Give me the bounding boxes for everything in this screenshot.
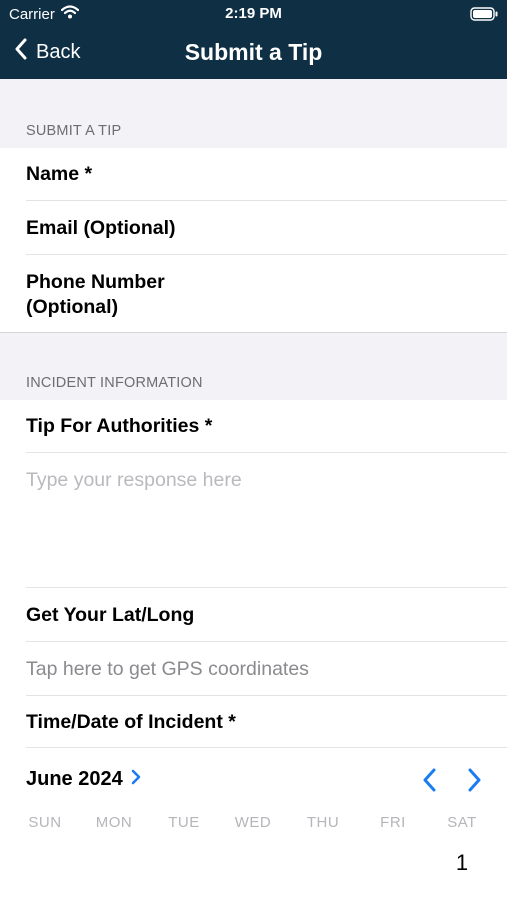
weekday-label: SUN <box>28 814 62 831</box>
name-label: Name * <box>26 163 93 185</box>
calendar-day[interactable]: 1 <box>442 850 482 876</box>
tip-label-row: Tip For Authorities * <box>0 400 507 453</box>
datetime-label-row: Time/Date of Incident * <box>0 696 507 748</box>
email-label: Email (Optional) <box>26 217 176 239</box>
status-time: 2:19 PM <box>225 5 282 22</box>
month-selector[interactable]: June 2024 <box>26 768 141 791</box>
month-navigation <box>421 768 483 797</box>
previous-month-button[interactable] <box>421 768 437 797</box>
weekday-label: MON <box>95 814 133 831</box>
tip-label: Tip For Authorities * <box>26 415 213 437</box>
section-header-incident: INCIDENT INFORMATION <box>0 332 507 400</box>
month-label: June 2024 <box>26 768 123 790</box>
phone-label: Phone Number (Optional) <box>26 270 165 320</box>
weekday-label: SAT <box>447 814 477 831</box>
gps-coordinates-button[interactable]: Tap here to get GPS coordinates <box>0 642 507 696</box>
phone-field[interactable]: Phone Number (Optional) <box>0 255 507 332</box>
tip-textarea[interactable]: Type your response here <box>0 453 507 588</box>
latlong-label-row: Get Your Lat/Long <box>0 588 507 642</box>
email-field[interactable]: Email (Optional) <box>0 201 507 255</box>
next-month-button[interactable] <box>467 768 483 797</box>
top-bar: Carrier 2:19 PM Back Submit a Tip <box>0 0 507 79</box>
datetime-label: Time/Date of Incident * <box>26 711 236 733</box>
name-field[interactable]: Name * <box>0 148 507 201</box>
phone-label-line2: (Optional) <box>26 296 119 318</box>
page-title: Submit a Tip <box>184 39 323 65</box>
weekday-label: FRI <box>380 814 406 831</box>
chevron-right-icon <box>131 768 141 791</box>
weekday-label: WED <box>234 814 272 831</box>
tip-placeholder: Type your response here <box>26 469 242 491</box>
section-title-incident: INCIDENT INFORMATION <box>26 375 203 391</box>
navigation-bar: Back Submit a Tip <box>0 28 507 79</box>
phone-label-line1: Phone Number <box>26 271 165 293</box>
status-bar: Carrier 2:19 PM <box>0 0 507 28</box>
date-picker: June 2024 SUN MON TUE WED THU FRI SAT 1 <box>0 748 507 900</box>
weekday-label: TUE <box>168 814 200 831</box>
section-title-submit: SUBMIT A TIP <box>26 123 122 139</box>
battery-icon <box>470 7 498 25</box>
section-header-submit: SUBMIT A TIP <box>0 79 507 148</box>
latlong-label: Get Your Lat/Long <box>26 604 195 626</box>
weekday-header: SUN MON TUE WED THU FRI SAT <box>0 814 507 834</box>
weekday-label: THU <box>306 814 340 831</box>
gps-hint: Tap here to get GPS coordinates <box>26 658 309 680</box>
